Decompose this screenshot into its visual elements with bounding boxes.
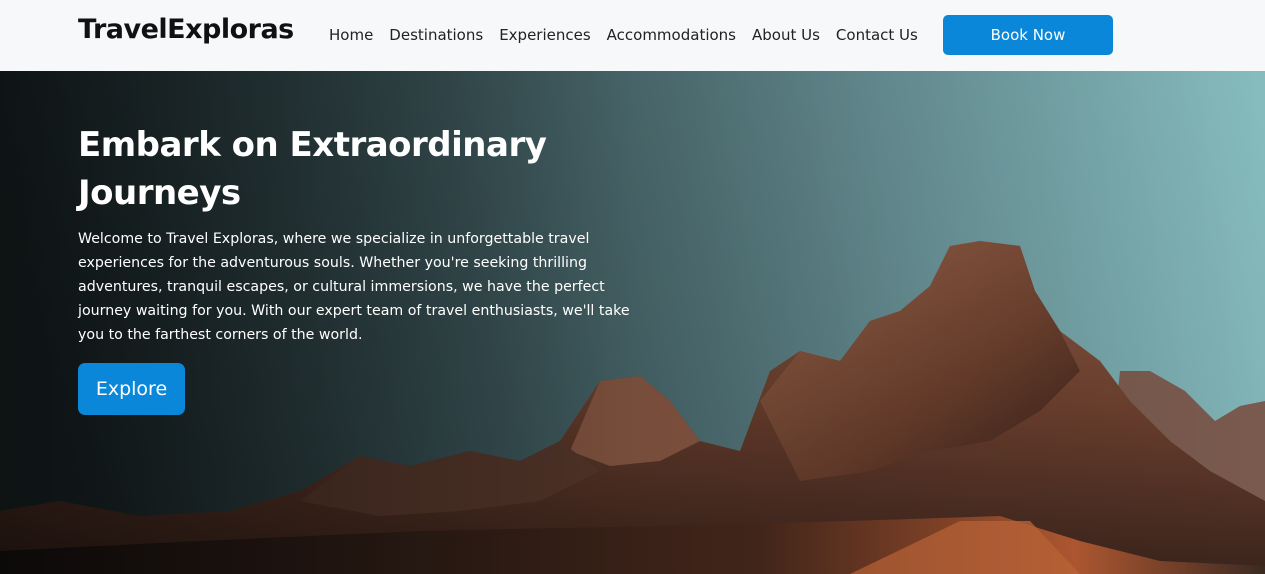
nav-link-home[interactable]: Home <box>321 25 381 45</box>
nav-link-accommodations[interactable]: Accommodations <box>599 25 744 45</box>
hero-title: Embark on Extraordinary Journeys <box>78 121 638 217</box>
book-now-button[interactable]: Book Now <box>943 15 1113 55</box>
hero-title-line1: Embark on Extraordinary <box>78 125 547 165</box>
hero-section: Embark on Extraordinary Journeys Welcome… <box>0 71 1265 574</box>
hero-description: Welcome to Travel Exploras, where we spe… <box>78 231 630 343</box>
hero-content: Embark on Extraordinary Journeys Welcome… <box>78 121 638 415</box>
nav-link-contact-us[interactable]: Contact Us <box>828 25 926 45</box>
hero-title-line2: Journeys <box>78 173 241 213</box>
explore-button[interactable]: Explore <box>78 363 185 415</box>
nav-link-destinations[interactable]: Destinations <box>381 25 491 45</box>
brand-logo[interactable]: TravelExploras <box>78 14 294 45</box>
nav-menu: Home Destinations Experiences Accommodat… <box>321 25 926 45</box>
nav-link-experiences[interactable]: Experiences <box>491 25 598 45</box>
nav-link-about-us[interactable]: About Us <box>744 25 828 45</box>
top-navbar: TravelExploras Home Destinations Experie… <box>0 0 1265 71</box>
